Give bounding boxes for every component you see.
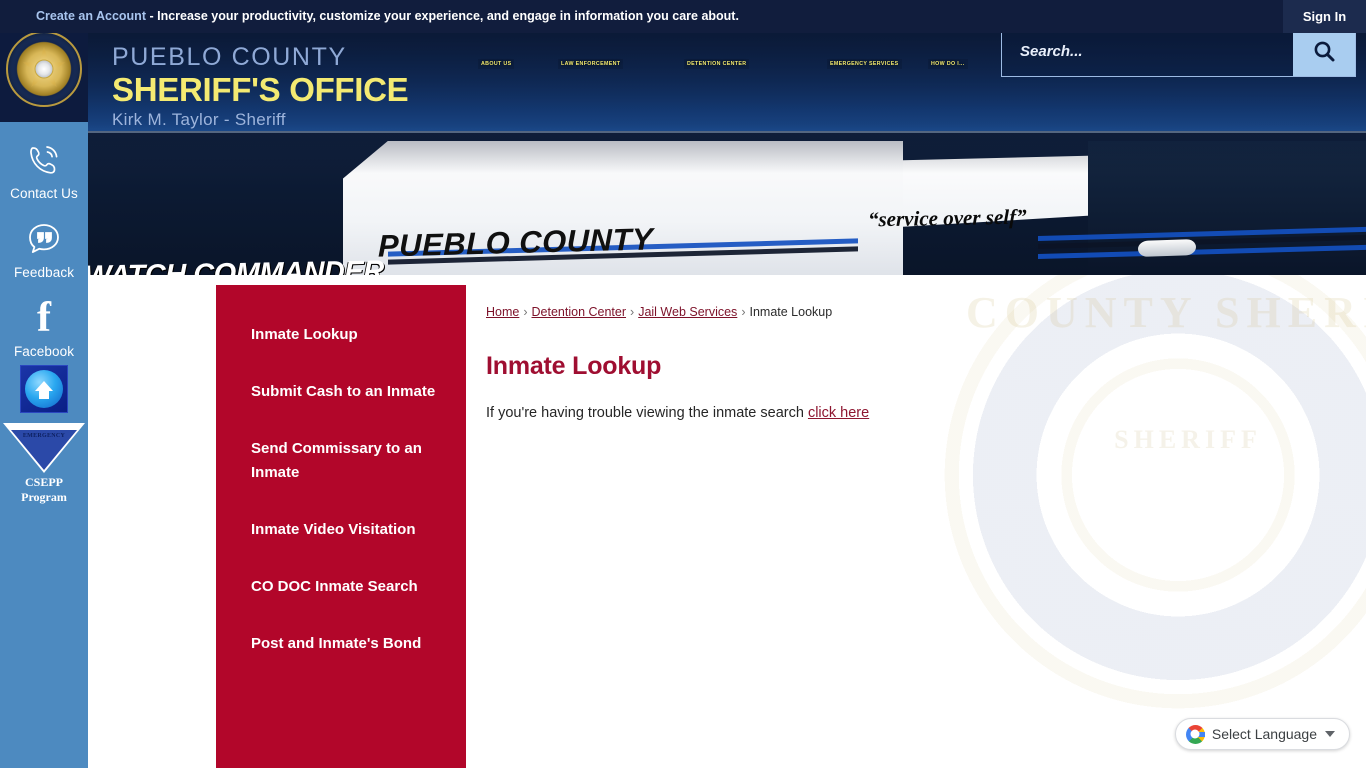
csepp-emergency-word: EMERGENCY bbox=[22, 433, 66, 439]
nav-item-emergency-services[interactable]: EMERGENCY SERVICES bbox=[827, 59, 902, 69]
social-rail: Contact Us Feedback f Facebook EMERGENCY… bbox=[0, 122, 88, 768]
create-account-link[interactable]: Create an Account bbox=[36, 9, 146, 23]
rail-item-facebook[interactable]: f Facebook bbox=[0, 280, 88, 359]
sidebar-item-co-doc-search[interactable]: CO DOC Inmate Search bbox=[216, 575, 466, 600]
page-title: Inmate Lookup bbox=[486, 352, 662, 380]
nav-item-about-us[interactable]: ABOUT US bbox=[478, 59, 515, 69]
sidebar-item-inmate-lookup[interactable]: Inmate Lookup bbox=[216, 323, 466, 348]
breadcrumb-separator: › bbox=[630, 305, 635, 319]
create-account-description: - Increase your productivity, customize … bbox=[145, 9, 739, 23]
nav-item-how-do-i[interactable]: HOW DO I... bbox=[928, 59, 968, 69]
breadcrumb-separator: › bbox=[523, 305, 528, 319]
trouble-viewing-text: If you're having trouble viewing the inm… bbox=[486, 405, 1286, 421]
site-title-office: SHERIFF'S OFFICE bbox=[112, 71, 409, 108]
csepp-label: CSEPP Program bbox=[21, 475, 67, 504]
page-content: COUNTY SHERIFF'S SHERIFF Inmate Lookup S… bbox=[88, 275, 1366, 768]
rail-label-facebook: Facebook bbox=[13, 344, 75, 359]
hero-vehicle-decal-text: PUEBLO COUNTY bbox=[378, 221, 654, 264]
quote-bubble-icon bbox=[0, 217, 88, 261]
breadcrumb-separator: › bbox=[741, 305, 746, 319]
breadcrumb: Home › Detention Center › Jail Web Services ›… bbox=[486, 305, 1286, 319]
rail-item-feedback[interactable]: Feedback bbox=[0, 201, 88, 280]
google-translate-widget[interactable]: Select Language bbox=[1174, 718, 1350, 750]
magnifier-icon bbox=[1314, 41, 1335, 62]
account-topbar: Create an Account - Increase your produc… bbox=[0, 0, 1366, 33]
hero-motto-text: “service over self” bbox=[868, 204, 1027, 232]
rail-label-feedback: Feedback bbox=[13, 265, 75, 280]
article-column: Home › Detention Center › Jail Web Services ›… bbox=[486, 275, 1286, 436]
site-title-sheriff-name: Kirk M. Taylor - Sheriff bbox=[112, 109, 286, 129]
sidebar-item-submit-cash[interactable]: Submit Cash to an Inmate bbox=[216, 380, 466, 405]
rail-label-contact-us: Contact Us bbox=[10, 186, 78, 201]
google-g-icon bbox=[1185, 724, 1205, 744]
section-sidebar-menu: Inmate Lookup Submit Cash to an Inmate S… bbox=[216, 285, 466, 768]
facebook-f-icon: f bbox=[37, 294, 51, 341]
sidebar-item-post-bond[interactable]: Post and Inmate's Bond bbox=[216, 632, 466, 657]
csepp-triangle-icon: EMERGENCY bbox=[3, 423, 85, 473]
nav-item-detention-center[interactable]: DETENTION CENTER bbox=[684, 59, 750, 69]
click-here-link[interactable]: click here bbox=[808, 405, 869, 421]
chevron-down-icon bbox=[1325, 731, 1335, 737]
create-account-message: Create an Account - Increase your produc… bbox=[36, 9, 739, 23]
nixle-alert-button[interactable] bbox=[20, 365, 68, 413]
sidebar-item-send-commissary[interactable]: Send Commissary to an Inmate bbox=[216, 437, 466, 487]
search-input[interactable] bbox=[1002, 26, 1293, 76]
select-language-label: Select Language bbox=[1211, 726, 1317, 742]
csepp-program-link[interactable]: EMERGENCY CSEPP Program bbox=[3, 423, 85, 505]
breadcrumb-current: Inmate Lookup bbox=[749, 305, 833, 319]
breadcrumb-link-jail-web-services[interactable]: Jail Web Services bbox=[638, 305, 737, 319]
page-root: Create an Account - Increase your produc… bbox=[0, 0, 1366, 768]
photo-car-door-handle bbox=[1138, 238, 1196, 258]
breadcrumb-link-detention-center[interactable]: Detention Center bbox=[532, 305, 627, 319]
breadcrumb-link-home[interactable]: Home bbox=[486, 305, 519, 319]
phone-icon bbox=[0, 138, 88, 182]
nixle-home-icon bbox=[25, 370, 63, 408]
sign-in-button[interactable]: Sign In bbox=[1283, 0, 1366, 33]
search-submit-button[interactable] bbox=[1293, 26, 1355, 76]
rail-item-contact-us[interactable]: Contact Us bbox=[0, 122, 88, 201]
trouble-viewing-label: If you're having trouble viewing the inm… bbox=[486, 405, 808, 421]
nav-item-law-enforcement[interactable]: LAW ENFORCEMENT bbox=[558, 59, 624, 69]
sidebar-item-video-visitation[interactable]: Inmate Video Visitation bbox=[216, 518, 466, 543]
site-title-block: PUEBLO COUNTY SHERIFF'S OFFICE Kirk M. T… bbox=[112, 45, 409, 130]
